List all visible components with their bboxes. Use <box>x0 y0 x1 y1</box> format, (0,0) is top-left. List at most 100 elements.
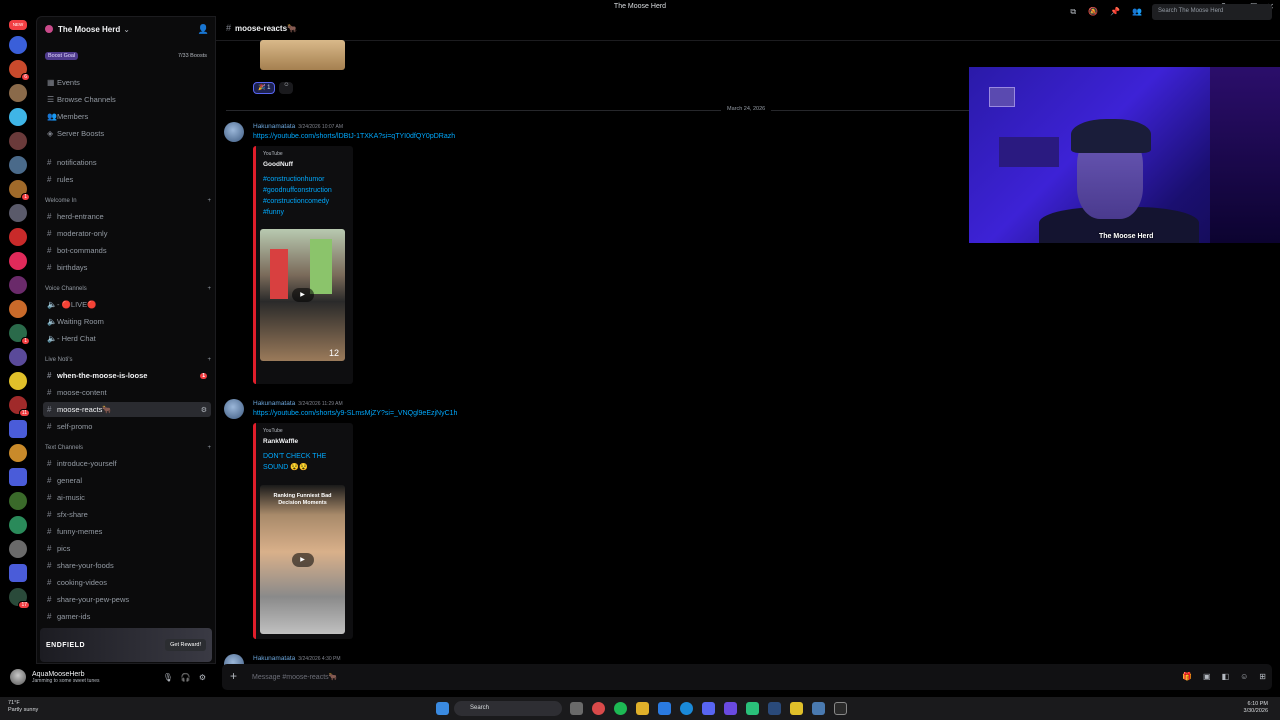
video-thumbnail[interactable]: Ranking Funniest Bad Decision Moments ▶ <box>260 485 345 634</box>
server-icon[interactable]: 1 <box>9 180 30 201</box>
plus-icon[interactable]: + <box>207 445 211 455</box>
server-icon[interactable] <box>9 156 27 174</box>
add-reaction-icon[interactable]: ☺ <box>279 82 294 94</box>
get-reward-button[interactable]: Get Reward! <box>165 639 206 651</box>
apps-icon[interactable]: ⊞ <box>1259 672 1266 681</box>
channel-herd-entrance[interactable]: # herd-entrance <box>43 209 211 224</box>
plus-icon[interactable]: + <box>207 198 211 208</box>
channel-moderator-only[interactable]: # moderator-only <box>43 226 211 241</box>
search-input[interactable]: Search The Moose Herd <box>1152 4 1272 20</box>
message-link[interactable]: https://youtube.com/shorts/y9-SLmsMjZY?s… <box>253 410 457 417</box>
message-author[interactable]: Hakunamatata 3/24/2026 11:29 AM <box>253 400 343 407</box>
steam-icon[interactable] <box>768 702 781 715</box>
folder-icon[interactable] <box>9 420 27 438</box>
channel-birthdays[interactable]: # birthdays <box>43 260 211 275</box>
channel-introduce-yourself[interactable]: # introduce-yourself <box>43 456 211 471</box>
channel-self-promo[interactable]: # self-promo <box>43 419 211 434</box>
plus-icon[interactable]: + <box>207 357 211 367</box>
pin-icon[interactable]: 📌 <box>1110 7 1120 17</box>
channel-moose-reacts[interactable]: # moose-reacts🐂 ⚙ <box>43 402 211 417</box>
message-author[interactable]: Hakunamatata 3/24/2026 10:07 AM <box>253 123 343 130</box>
server-icon[interactable]: 17 <box>9 588 30 609</box>
channel-moose-content[interactable]: # moose-content <box>43 385 211 400</box>
channel-funny-memes[interactable]: # funny-memes <box>43 524 211 539</box>
voice-channel-waiting-room[interactable]: 🔈 Waiting Room <box>43 314 211 329</box>
category-voice[interactable]: Voice Channels + <box>45 286 211 296</box>
channel-sfx-share[interactable]: # sfx-share <box>43 507 211 522</box>
server-icon[interactable] <box>9 492 27 510</box>
app-icon[interactable] <box>790 702 803 715</box>
server-icon[interactable]: 11 <box>9 396 30 417</box>
server-icon[interactable] <box>9 132 27 150</box>
weather-widget[interactable]: 71°F Partly sunny <box>8 700 38 714</box>
server-icon[interactable] <box>9 36 27 54</box>
server-icon[interactable]: 1 <box>9 324 30 345</box>
category-text[interactable]: Text Channels + <box>45 445 211 455</box>
play-icon[interactable]: ▶ <box>291 552 314 567</box>
member-list-icon[interactable]: 👥 <box>1132 7 1142 17</box>
upload-plus-icon[interactable]: + <box>230 669 237 683</box>
sidebar-item-events[interactable]: ▦ Events <box>43 75 211 90</box>
new-badge[interactable]: NEW <box>9 20 27 30</box>
server-icon[interactable] <box>9 372 27 390</box>
app-icon[interactable] <box>812 702 825 715</box>
discord-icon[interactable] <box>702 702 715 715</box>
edge-icon[interactable] <box>680 702 693 715</box>
spotify-icon[interactable] <box>614 702 627 715</box>
gift-icon[interactable]: 🎁 <box>1182 672 1192 681</box>
app-icon[interactable] <box>658 702 671 715</box>
message-input[interactable]: Message #moose-reacts🐂 <box>252 673 337 681</box>
embed-author[interactable]: RankWaffle <box>263 438 346 445</box>
embed-title[interactable]: DON'T CHECK THE SOUND 😵😵 <box>263 451 346 473</box>
channel-share-your-foods[interactable]: # share-your-foods <box>43 558 211 573</box>
category-live[interactable]: Live Noti's + <box>45 357 211 367</box>
channel-bot-commands[interactable]: # bot-commands <box>43 243 211 258</box>
boost-goal[interactable]: Boost Goal 7/33 Boosts <box>45 50 207 62</box>
reaction-pill[interactable]: 🎉 1 <box>253 82 276 94</box>
embed-author[interactable]: GoodNuff <box>263 161 346 168</box>
windows-start-icon[interactable] <box>436 702 449 715</box>
settings-icon[interactable]: ⚙ <box>201 406 207 414</box>
gif-icon[interactable]: ▣ <box>1203 672 1211 681</box>
file-explorer-icon[interactable] <box>636 702 649 715</box>
channel-gamer-ids[interactable]: # gamer-ids <box>43 609 211 624</box>
avatar[interactable] <box>224 399 244 419</box>
channel-general[interactable]: # general <box>43 473 211 488</box>
embed-title[interactable]: #constructionhumor #goodnuffconstruction… <box>263 174 346 218</box>
category-welcome[interactable]: Welcome In + <box>45 198 211 208</box>
server-icon[interactable] <box>9 228 27 246</box>
app-icon[interactable] <box>746 702 759 715</box>
server-icon[interactable] <box>9 108 27 126</box>
server-icon[interactable] <box>9 348 27 366</box>
app-icon[interactable] <box>724 702 737 715</box>
microphone-icon[interactable]: 🎙 <box>163 673 173 682</box>
message-link[interactable]: https://youtube.com/shorts/lDBtJ-1TXKA?s… <box>253 133 455 140</box>
image-thumbnail[interactable] <box>260 40 345 70</box>
gear-icon[interactable]: ⚙ <box>199 673 206 682</box>
server-icon[interactable] <box>9 204 27 222</box>
channel-share-your-pew-pews[interactable]: # share-your-pew-pews <box>43 592 211 607</box>
task-view-icon[interactable] <box>570 702 583 715</box>
invite-icon[interactable]: 👤 <box>198 24 209 35</box>
server-icon[interactable] <box>9 540 27 558</box>
server-icon[interactable] <box>9 516 27 534</box>
server-icon[interactable] <box>9 84 27 102</box>
emoji-icon[interactable]: ☺ <box>1240 672 1248 681</box>
promo-banner[interactable]: ENDFIELD Get Reward! <box>40 628 212 662</box>
server-icon[interactable] <box>9 276 27 294</box>
notification-bell-icon[interactable]: 🔕 <box>1088 7 1098 17</box>
avatar[interactable] <box>224 122 244 142</box>
server-icon[interactable] <box>9 252 27 270</box>
folder-icon[interactable] <box>9 564 27 582</box>
sidebar-item-server-boosts[interactable]: ◈ Server Boosts <box>43 126 211 141</box>
sidebar-item-members[interactable]: 👥 Members <box>43 109 211 124</box>
channel-when-the-moose-is-loose[interactable]: # when-the-moose-is-loose 1 <box>43 368 211 383</box>
server-icon[interactable] <box>9 300 27 318</box>
app-icon[interactable] <box>834 702 847 715</box>
folder-icon[interactable] <box>9 468 27 486</box>
voice-channel-herd-chat[interactable]: 🔈 - Herd Chat <box>43 331 211 346</box>
voice-channel-live[interactable]: 🔈 - 🔴LIVE🔴 <box>43 297 211 312</box>
message-author[interactable]: Hakunamatata 3/24/2026 4:30 PM <box>253 655 341 662</box>
threads-icon[interactable]: ⧉ <box>1070 7 1076 17</box>
guild-header[interactable]: The Moose Herd ⌄ 👤 <box>37 17 215 41</box>
